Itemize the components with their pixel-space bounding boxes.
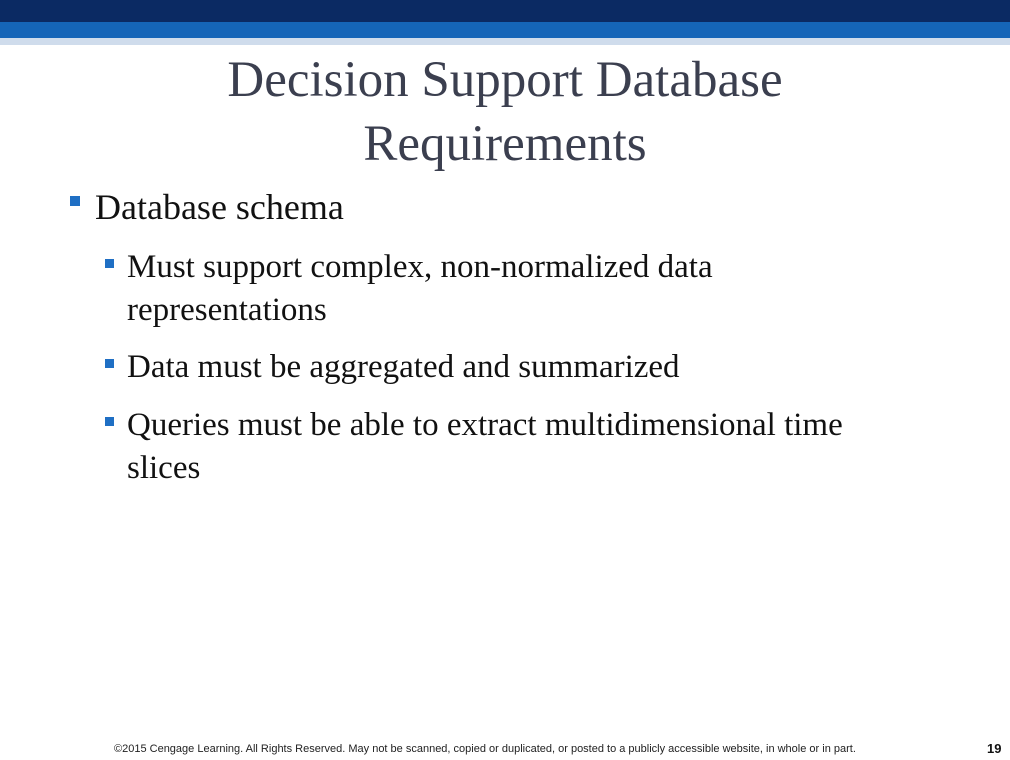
page-number: 19 bbox=[987, 741, 1002, 756]
bullet-database-schema: Database schema bbox=[95, 187, 344, 227]
slide-content: Database schema Must support complex, no… bbox=[0, 0, 1010, 760]
sub-bullet-line: Data must be aggregated and summarized bbox=[127, 349, 680, 385]
sub-bullet-square-icon bbox=[105, 359, 114, 368]
sub-bullet-line: representations bbox=[127, 292, 327, 328]
copyright-footer: ©2015 Cengage Learning. All Rights Reser… bbox=[114, 743, 856, 755]
sub-bullet-queries: Queries must be able to extract multidim… bbox=[127, 404, 967, 490]
sub-bullet-line: Queries must be able to extract multidim… bbox=[127, 407, 843, 443]
sub-bullet-aggregated: Data must be aggregated and summarized bbox=[127, 346, 967, 389]
sub-bullet-line: Must support complex, non-normalized dat… bbox=[127, 249, 713, 285]
bullet-square-icon bbox=[70, 196, 80, 206]
sub-bullet-square-icon bbox=[105, 417, 114, 426]
sub-bullet-line: slices bbox=[127, 450, 201, 486]
sub-bullet-square-icon bbox=[105, 259, 114, 268]
sub-bullet-schema-support: Must support complex, non-normalized dat… bbox=[127, 246, 967, 332]
